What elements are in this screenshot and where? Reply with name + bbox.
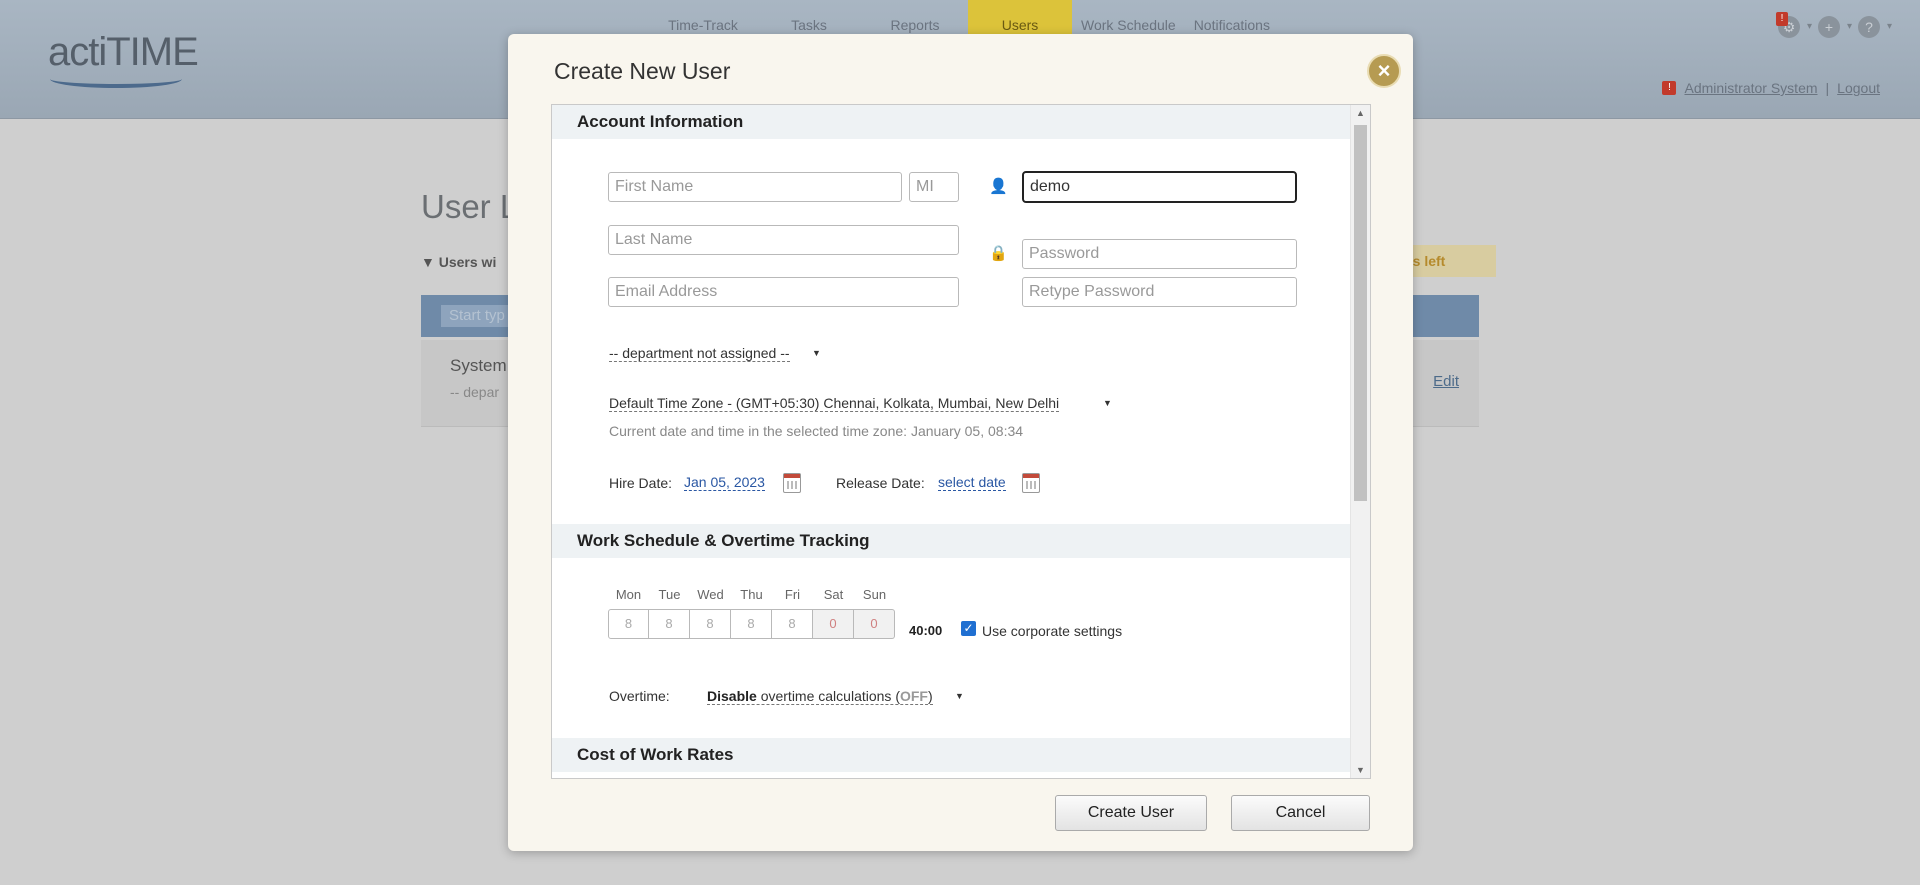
top-icons: ⚙! ▾ + ▾ ? ▾ [1776, 12, 1892, 38]
chevron-down-icon: ▼ [1103, 398, 1112, 408]
page-title: User L [421, 188, 519, 225]
day-hours-input[interactable]: 8 [608, 609, 649, 639]
day-hours-input[interactable]: 8 [690, 609, 731, 639]
cost-rates-heading: Cost of Work Rates [552, 738, 1350, 772]
first-name-input[interactable] [608, 172, 902, 202]
day-mon: Mon 8 [608, 587, 649, 639]
nav-notifications[interactable]: Notifications [1185, 0, 1279, 34]
scroll-down-icon[interactable]: ▼ [1356, 765, 1365, 775]
day-hours-input[interactable]: 0 [813, 609, 854, 639]
day-label: Sun [862, 587, 887, 602]
separator: | [1825, 80, 1830, 96]
users-filter-label: Users wi [438, 254, 497, 270]
dialog-title: Create New User [554, 58, 731, 84]
scrollbar[interactable]: ▲ ▼ [1350, 105, 1370, 778]
username-input[interactable] [1022, 171, 1297, 203]
overtime-status: OFF [899, 688, 928, 704]
password-input[interactable] [1022, 239, 1297, 269]
day-label: Tue [658, 587, 681, 602]
day-sat: Sat 0 [813, 587, 854, 639]
edit-link[interactable]: Edit [1433, 373, 1459, 390]
create-user-dialog: Create New User × Account Information 👤 … [508, 34, 1413, 851]
nav-tasks[interactable]: Tasks [756, 0, 862, 34]
add-icon[interactable]: + ▾ [1818, 16, 1852, 38]
cancel-button[interactable]: Cancel [1231, 795, 1370, 831]
logout-link[interactable]: Logout [1837, 80, 1880, 96]
release-date-link[interactable]: select date [938, 474, 1006, 491]
day-hours-input[interactable]: 8 [649, 609, 690, 639]
user-links: ! Administrator System | Logout [1662, 80, 1880, 96]
filter-icon: ▼ [421, 254, 439, 270]
create-user-button[interactable]: Create User [1055, 795, 1207, 831]
hire-date-label: Hire Date: [609, 475, 673, 491]
chevron-down-icon: ▼ [812, 348, 821, 358]
day-sun: Sun 0 [854, 587, 895, 639]
nav-time-track[interactable]: Time-Track [650, 0, 756, 34]
middle-initial-input[interactable] [909, 172, 959, 202]
overtime-text: overtime calculations ( [756, 688, 900, 704]
day-label: Sat [823, 587, 844, 602]
overtime-select[interactable]: Disable overtime calculations (OFF) [707, 688, 933, 705]
overtime-close: ) [927, 688, 933, 704]
main-nav: Time-Track Tasks Reports Users Work Sche… [650, 0, 1279, 34]
last-name-input[interactable] [608, 225, 959, 255]
chevron-down-icon: ▼ [955, 691, 964, 701]
day-label: Thu [740, 587, 763, 602]
users-filter[interactable]: ▼ Users wi [421, 254, 496, 270]
retype-password-input[interactable] [1022, 277, 1297, 307]
release-date-label: Release Date: [836, 475, 925, 491]
department-select[interactable]: -- department not assigned -- [609, 345, 790, 362]
scroll-thumb[interactable] [1354, 125, 1367, 501]
hire-date-link[interactable]: Jan 05, 2023 [684, 474, 765, 491]
close-icon[interactable]: × [1367, 54, 1401, 88]
day-hours-input[interactable]: 0 [854, 609, 895, 639]
nav-work-schedule[interactable]: Work Schedule [1072, 0, 1185, 34]
day-label: Wed [697, 587, 724, 602]
dialog-scroll-area[interactable]: Account Information 👤 🔒 -- department no… [551, 104, 1371, 779]
timezone-select[interactable]: Default Time Zone - (GMT+05:30) Chennai,… [609, 395, 1060, 412]
day-hours-input[interactable]: 8 [772, 609, 813, 639]
weekly-schedule: Mon 8 Tue 8 Wed 8 Thu 8 Fri 8 Sat 0 Sun 0 [608, 587, 895, 639]
account-info-heading: Account Information [552, 105, 1350, 139]
nav-reports[interactable]: Reports [862, 0, 968, 34]
overtime-mode: Disable [707, 688, 757, 704]
day-thu: Thu 8 [731, 587, 772, 639]
scroll-up-icon[interactable]: ▲ [1356, 108, 1365, 118]
user-icon: 👤 [989, 178, 1008, 195]
warning-icon: ! [1662, 81, 1677, 95]
app-logo: actiTIME [48, 30, 199, 74]
user-profile-link[interactable]: Administrator System [1684, 80, 1817, 96]
corporate-settings-label[interactable]: Use corporate settings [982, 623, 1122, 639]
corporate-settings-checkbox[interactable]: ✓ [961, 621, 976, 636]
work-schedule-heading: Work Schedule & Overtime Tracking [552, 524, 1350, 558]
alert-badge-icon: ! [1776, 12, 1788, 26]
overtime-label: Overtime: [609, 688, 670, 704]
current-time-note: Current date and time in the selected ti… [609, 423, 1024, 439]
user-department: -- depar [450, 384, 500, 400]
nav-users[interactable]: Users [968, 0, 1072, 34]
day-label: Mon [615, 587, 642, 602]
day-label: Fri [784, 587, 801, 602]
settings-icon[interactable]: ⚙! ▾ [1776, 12, 1812, 38]
lock-icon: 🔒 [989, 245, 1008, 262]
day-hours-input[interactable]: 8 [731, 609, 772, 639]
weekly-total: 40:00 [909, 623, 943, 638]
logo-swoosh [50, 70, 182, 88]
user-name: System [450, 356, 507, 375]
day-fri: Fri 8 [772, 587, 813, 639]
calendar-icon[interactable] [783, 473, 801, 493]
email-input[interactable] [608, 277, 959, 307]
day-wed: Wed 8 [690, 587, 731, 639]
help-icon[interactable]: ? ▾ [1858, 16, 1892, 38]
day-tue: Tue 8 [649, 587, 690, 639]
calendar-icon[interactable] [1022, 473, 1040, 493]
